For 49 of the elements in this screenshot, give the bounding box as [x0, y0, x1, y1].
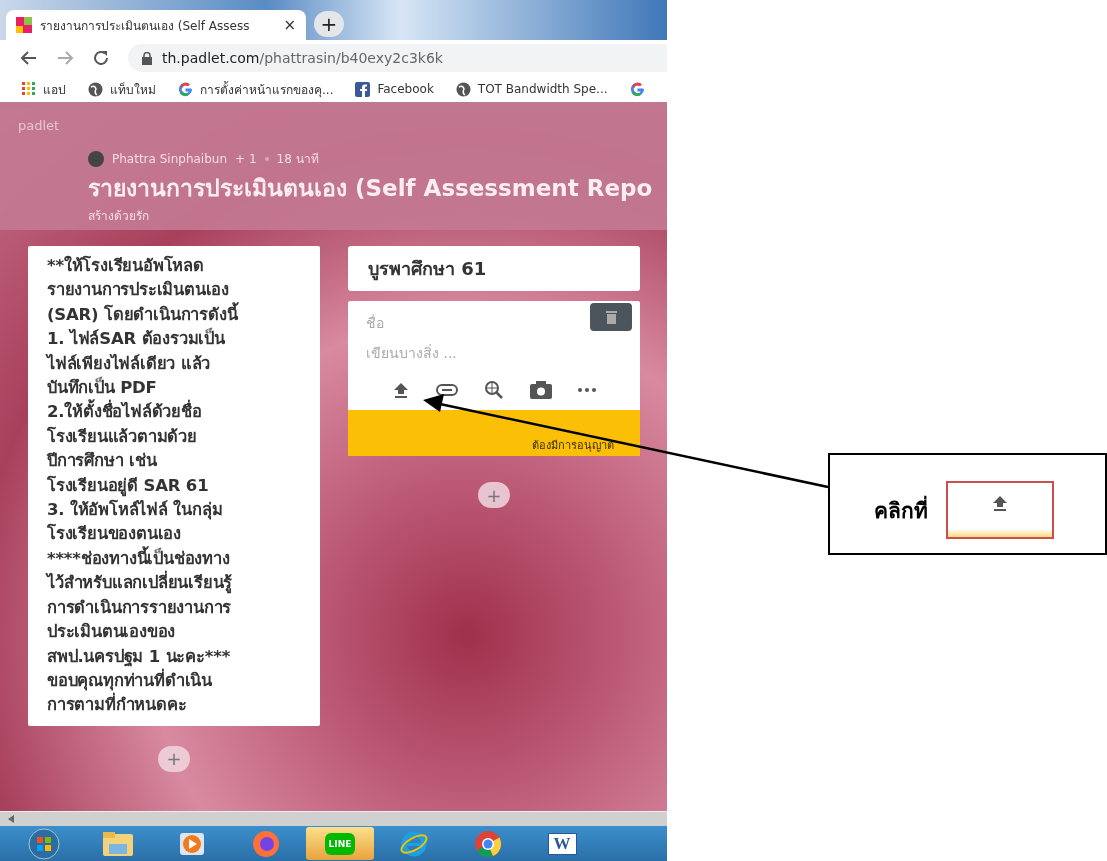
browser-tab[interactable]: รายงานการประเมินตนเอง (Self Assess × — [6, 10, 306, 40]
facebook-icon — [355, 81, 371, 97]
chrome-icon[interactable] — [473, 828, 503, 859]
bookmark[interactable] — [629, 81, 645, 97]
link-icon[interactable] — [436, 384, 458, 396]
approval-notice: ต้องมีการอนุญาต — [532, 438, 614, 454]
upload-icon[interactable] — [991, 495, 1009, 511]
section-title: บูรพาศึกษา 61 — [348, 246, 640, 291]
globe-icon — [455, 81, 471, 97]
google-logo-icon — [629, 81, 645, 97]
camera-icon[interactable] — [530, 381, 552, 399]
new-tab-button[interactable]: + — [314, 11, 344, 37]
url-path: /phattrasin/b40exy2c3k6k — [259, 50, 443, 66]
delete-button[interactable] — [590, 303, 632, 331]
google-logo-icon — [178, 81, 193, 97]
collaborator-count: + 1 — [235, 151, 257, 166]
upload-icon[interactable] — [392, 382, 410, 398]
reload-icon[interactable] — [92, 49, 110, 67]
more-icon[interactable] — [578, 388, 596, 392]
word-app-icon[interactable]: W — [547, 832, 577, 855]
padlet-favicon-icon — [16, 17, 32, 33]
bookmark[interactable]: แอป — [22, 79, 66, 99]
padlet-description: สร้างด้วยรัก — [88, 208, 150, 225]
time-ago: 18 นาที — [276, 151, 319, 168]
bookmark[interactable]: Facebook — [355, 81, 434, 97]
trash-icon[interactable] — [605, 310, 617, 324]
address-bar[interactable]: th.padlet.com/phattrasin/b40exy2c3k6k — [128, 44, 667, 72]
tab-title: รายงานการประเมินตนเอง (Self Assess — [40, 17, 251, 35]
author-name: Phattra Sinphaibun — [112, 151, 227, 166]
bookmark[interactable]: TOT Bandwidth Spe... — [455, 81, 608, 97]
bookmark[interactable]: แท็บใหม่ — [88, 79, 156, 99]
title-field[interactable]: ชื่อ — [348, 308, 640, 338]
folder-icon[interactable] — [101, 829, 135, 858]
apps-grid-icon — [22, 82, 36, 96]
globe-icon — [88, 81, 103, 97]
horizontal-scrollbar[interactable] — [0, 811, 667, 826]
url-host: th.padlet.com — [162, 50, 260, 66]
lock-icon — [142, 51, 152, 65]
close-tab-button[interactable]: × — [283, 16, 296, 34]
start-orb-icon[interactable] — [28, 827, 60, 860]
separator-dot — [264, 156, 269, 161]
web-search-icon[interactable] — [484, 380, 504, 400]
body-field[interactable]: เขียนบางสิ่ง ... — [348, 338, 640, 368]
post-card: **ให้โรงเรียนอัพโหลด รายงานการประเมินตนเอง (SAR) โดยดำเนินการดังนี้ 1. ไฟล์SAR ต้องรวมเป็น ไฟล์เพียงไฟล์เดียว แล้ว บันทึกเป็น PDF 2.ให้ตั้งชื่อไฟล์ด้วยชื่อ โรงเรียนแล้วตามด้วย ปีการศึกษา เช่น โรงเรียนอยู่ดี SAR 61 3. ให้อัพโหล์ไฟล์ ในกลุ่ม โรงเรียนของตนเอง ****ช่องทางนี้เป็นช่องทาง ไว้สำหรับแลกเปลี่ยนเรียนรู้ การดำเนินการรายงานการ ประเมินตนเองของ สพป.นครปฐม 1 นะคะ*** ขอบคุณทุกท่านที่ดำเนิน การตามที่กำหนดคะ — [28, 246, 320, 726]
scroll-left-icon[interactable] — [8, 815, 14, 823]
callout-text: คลิกที่ — [874, 493, 928, 527]
avatar — [88, 150, 104, 167]
back-arrow-icon[interactable] — [20, 49, 38, 67]
bookmark[interactable]: การตั้งค่าหน้าแรกของคุ... — [178, 79, 334, 99]
